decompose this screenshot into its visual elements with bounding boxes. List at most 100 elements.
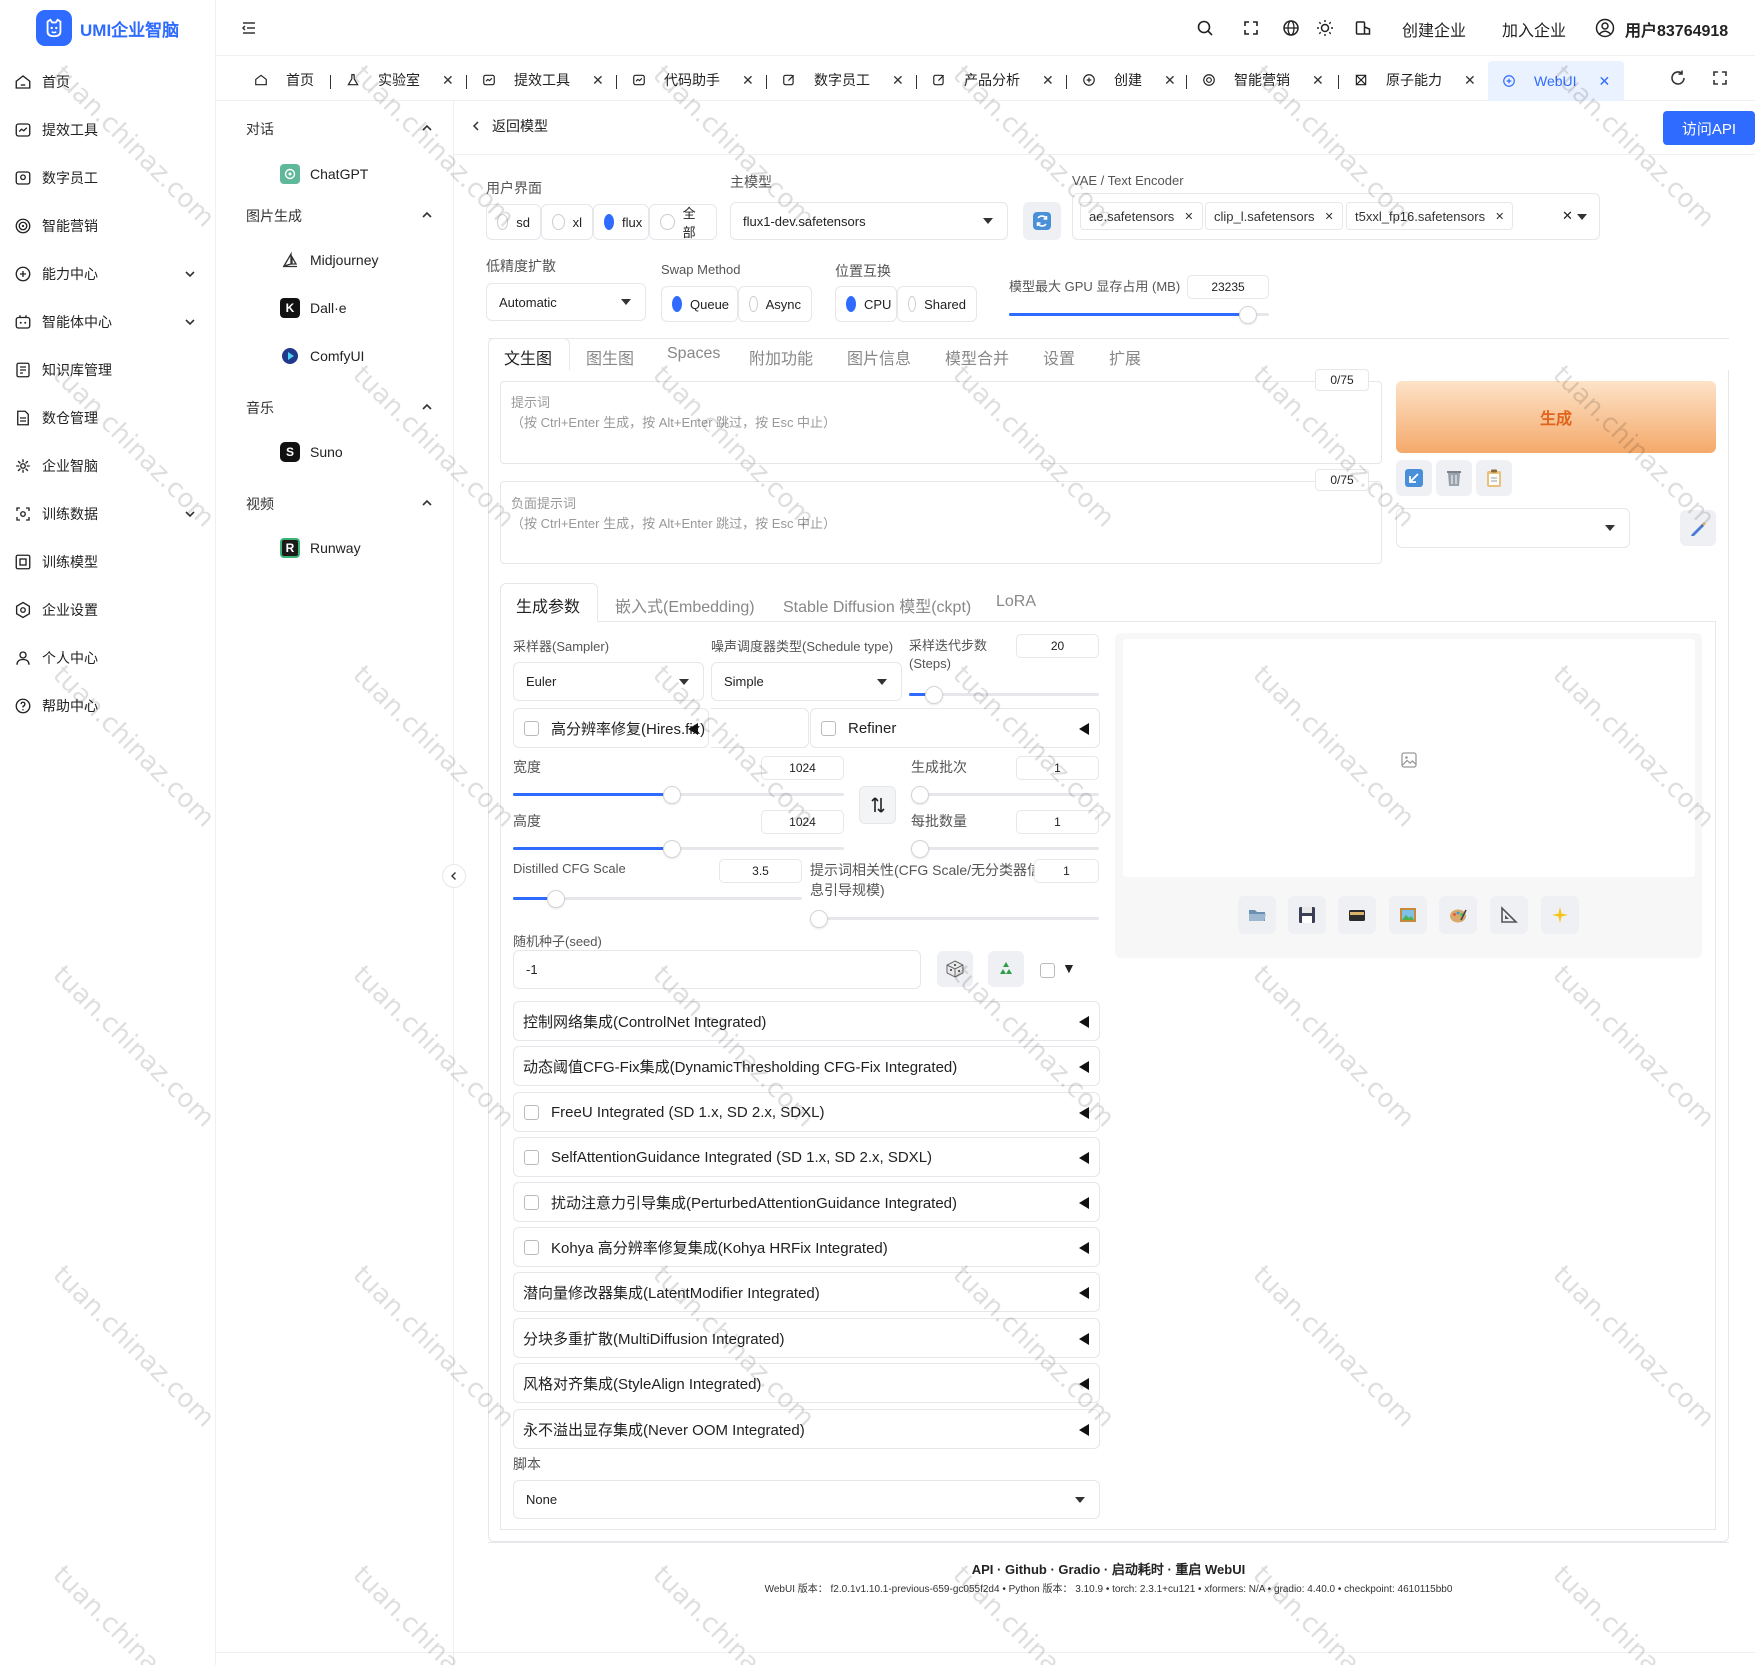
theme-sun-icon[interactable] — [1316, 19, 1334, 37]
generate-button[interactable]: 生成 — [1396, 381, 1716, 453]
close-icon[interactable]: ✕ — [442, 72, 454, 89]
search-icon[interactable] — [1196, 19, 1214, 37]
subnav-item-chatgpt[interactable]: ChatGPT — [280, 164, 368, 184]
read-params-button[interactable] — [1396, 460, 1432, 496]
cfg-scale-input[interactable]: 1 — [1034, 859, 1099, 883]
sparkle-button[interactable] — [1541, 896, 1579, 934]
subnav-item-suno[interactable]: S Suno — [280, 442, 343, 462]
zip-button[interactable] — [1338, 896, 1376, 934]
sidebar-item-training-model[interactable]: 训练模型 — [0, 542, 216, 582]
tab-settings[interactable]: 设置 — [1043, 345, 1075, 369]
close-icon[interactable]: ✕ — [1464, 72, 1476, 89]
distilled-cfg-input[interactable]: 3.5 — [719, 859, 802, 883]
accordion-checkbox[interactable] — [524, 1194, 539, 1210]
subtab-checkpoint[interactable]: Stable Diffusion 模型(ckpt) — [783, 593, 971, 617]
main-model-select[interactable]: flux1-dev.safetensors — [730, 202, 1008, 240]
tab-spaces[interactable]: Spaces — [667, 345, 720, 363]
tab-extras[interactable]: 附加功能 — [749, 345, 813, 369]
slider-thumb[interactable] — [662, 786, 681, 804]
username[interactable]: 用户83764918 — [1625, 17, 1728, 41]
subnav-item-dalle[interactable]: K Dall·e — [280, 298, 347, 318]
create-enterprise-link[interactable]: 创建企业 — [1402, 17, 1466, 41]
tab-create[interactable]: 创建 ✕ — [1082, 65, 1176, 95]
extra-seed-checkbox[interactable] — [1040, 963, 1055, 978]
hires-fix-checkbox[interactable] — [524, 720, 539, 736]
app-logo[interactable]: UMI企业智脑 — [36, 10, 179, 46]
send-to-img2img-button[interactable] — [1389, 896, 1427, 934]
accordion-self-attention[interactable]: SelfAttentionGuidance Integrated (SD 1.x… — [513, 1137, 1100, 1177]
close-icon[interactable]: ✕ — [1184, 210, 1193, 223]
slider-thumb[interactable] — [662, 840, 681, 858]
ui-option-xl[interactable]: xl — [541, 204, 593, 240]
tab-txt2img[interactable]: 文生图 — [504, 345, 552, 369]
accordion-checkbox[interactable] — [524, 1104, 539, 1120]
slider-thumb[interactable] — [911, 840, 929, 858]
seed-input[interactable]: -1 — [513, 950, 921, 989]
sidebar-item-ability[interactable]: 能力中心 — [0, 254, 216, 294]
distilled-cfg-slider[interactable] — [513, 890, 802, 908]
user-avatar-icon[interactable] — [1595, 18, 1615, 38]
close-icon[interactable]: ✕ — [1164, 72, 1176, 89]
reuse-seed-button[interactable] — [988, 951, 1024, 987]
fullscreen-icon[interactable] — [1242, 19, 1260, 37]
close-icon[interactable]: ✕ — [742, 72, 754, 89]
lowbit-select[interactable]: Automatic — [486, 283, 646, 321]
accordion-checkbox[interactable] — [524, 1149, 539, 1165]
chevron-up-icon[interactable] — [421, 401, 433, 413]
subnav-item-runway[interactable]: R Runway — [280, 538, 361, 558]
ui-option-flux[interactable]: flux — [593, 204, 649, 240]
steps-input[interactable]: 20 — [1016, 634, 1099, 658]
location-option-shared[interactable]: Shared — [897, 286, 977, 322]
slider-thumb[interactable] — [924, 686, 943, 704]
clear-prompt-button[interactable] — [1436, 460, 1472, 496]
tab-img2img[interactable]: 图生图 — [586, 345, 634, 369]
expand-extra-seed-icon[interactable]: ▼ — [1062, 960, 1076, 976]
slider-thumb[interactable] — [911, 786, 929, 804]
dropdown-caret-icon[interactable] — [1577, 213, 1587, 220]
schedule-select[interactable]: Simple — [711, 662, 902, 701]
close-icon[interactable]: ✕ — [1495, 210, 1504, 223]
gpu-memory-input[interactable]: 23235 — [1187, 275, 1269, 299]
gpu-memory-slider[interactable] — [1009, 306, 1269, 324]
subtab-embedding[interactable]: 嵌入式(Embedding) — [615, 593, 755, 617]
refiner-accordion[interactable]: Refiner — [810, 708, 1100, 748]
sidebar-item-enterprise-settings[interactable]: 企业设置 — [0, 590, 216, 630]
close-icon[interactable]: ✕ — [1599, 73, 1611, 90]
sidebar-item-personal[interactable]: 个人中心 — [0, 638, 216, 678]
ui-option-all[interactable]: 全部 — [649, 204, 717, 240]
subnav-item-comfyui[interactable]: ComfyUI — [280, 346, 364, 366]
collapse-menu-icon[interactable] — [240, 19, 258, 37]
send-to-extras-button[interactable] — [1490, 896, 1528, 934]
accordion-dynamic-thresholding[interactable]: 动态阈值CFG-Fix集成(DynamicThresholding CFG-Fi… — [513, 1046, 1100, 1086]
close-icon[interactable]: ✕ — [1042, 72, 1054, 89]
tab-digital-staff[interactable]: 数字员工 ✕ — [782, 65, 904, 95]
accordion-perturbed-attention[interactable]: 扰动注意力引导集成(PerturbedAttentionGuidance Int… — [513, 1182, 1100, 1222]
sidebar-item-home[interactable]: 首页 — [0, 62, 216, 102]
fullscreen-icon[interactable] — [1711, 69, 1729, 87]
save-button[interactable] — [1288, 896, 1326, 934]
refiner-checkbox[interactable] — [821, 720, 836, 736]
subtab-lora[interactable]: LoRA — [996, 593, 1036, 611]
clear-icon[interactable]: ✕ — [1562, 208, 1573, 224]
tab-tools[interactable]: 提效工具 ✕ — [482, 65, 604, 95]
close-icon[interactable]: ✕ — [1312, 72, 1324, 89]
height-slider[interactable] — [513, 840, 844, 858]
image-gallery[interactable] — [1123, 639, 1695, 877]
accordion-stylealign[interactable]: 风格对齐集成(StyleAlign Integrated) — [513, 1363, 1100, 1403]
tab-png-info[interactable]: 图片信息 — [847, 345, 911, 369]
tab-model-merge[interactable]: 模型合并 — [945, 345, 1009, 369]
sidebar-item-agent[interactable]: 智能体中心 — [0, 302, 216, 342]
refresh-model-button[interactable] — [1023, 202, 1061, 240]
collapse-subnav-button[interactable] — [442, 864, 466, 888]
back-to-models-link[interactable]: 返回模型 — [470, 116, 548, 136]
styles-button[interactable] — [1476, 460, 1512, 496]
script-select[interactable]: None — [513, 1480, 1100, 1519]
batch-size-slider[interactable] — [911, 840, 1099, 858]
swap-option-queue[interactable]: Queue — [661, 286, 738, 322]
accordion-checkbox[interactable] — [524, 1239, 539, 1255]
styles-select[interactable] — [1396, 508, 1630, 548]
enterprise-icon[interactable] — [1354, 19, 1372, 37]
subtab-generation[interactable]: 生成参数 — [516, 593, 580, 617]
negative-prompt-textarea[interactable]: 负面提示词 （按 Ctrl+Enter 生成，按 Alt+Enter 跳过，按 … — [500, 481, 1382, 564]
tab-home[interactable]: 首页 — [254, 65, 314, 95]
